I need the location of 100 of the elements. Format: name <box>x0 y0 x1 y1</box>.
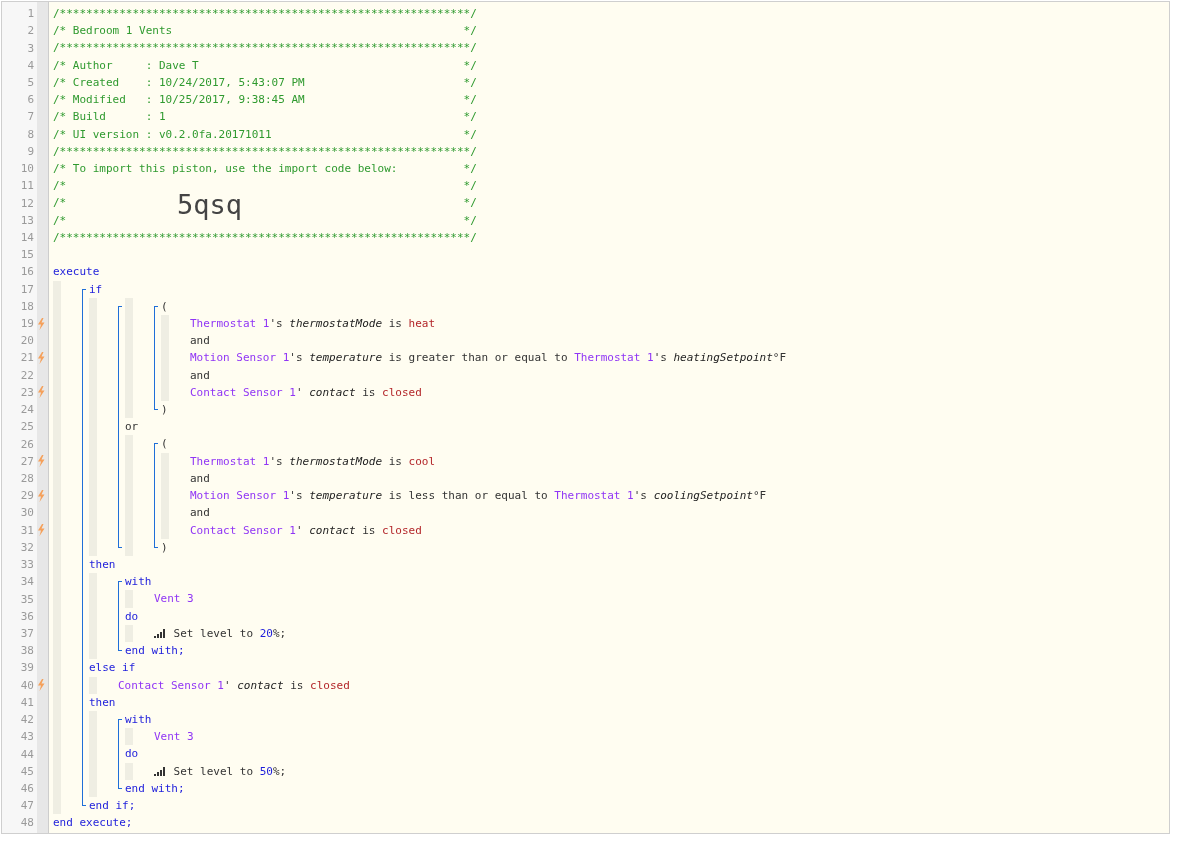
line-number: 42 <box>19 713 34 727</box>
code-text: ( <box>161 436 168 453</box>
code-text: Set level to <box>172 625 255 642</box>
comment-text: /* Build : 1 <box>53 109 166 126</box>
device-name: Thermostat 1 <box>190 315 270 332</box>
value-text: closed <box>382 384 422 401</box>
line-number: 32 <box>19 540 34 554</box>
code-text: %; <box>272 763 287 780</box>
attribute-name: heatingSetpoint <box>673 350 773 367</box>
attribute-name: coolingSetpoint <box>653 488 753 505</box>
line-number: 11 <box>19 179 34 193</box>
line-number: 39 <box>19 661 34 675</box>
line-number: 29 <box>19 489 34 503</box>
line-number: 6 <box>26 93 34 107</box>
code-text: ) <box>161 402 168 419</box>
code-text: 's <box>289 488 304 505</box>
line-number: 35 <box>19 592 34 606</box>
comment-text: /* UI version : v0.2.0fa.20171011 <box>53 126 272 143</box>
comment-text: */ <box>463 74 477 91</box>
line-number: 28 <box>19 472 34 485</box>
device-name: Contact Sensor 1 <box>118 677 224 694</box>
line-number: 44 <box>19 747 34 761</box>
code-text: 's <box>633 488 648 505</box>
code-text: and <box>190 333 210 350</box>
device-name: Contact Sensor 1 <box>190 384 296 401</box>
keyword: end execute; <box>53 815 133 832</box>
line-number: 8 <box>26 127 34 141</box>
line-number: 37 <box>19 627 34 640</box>
comment-text: */ <box>463 109 477 126</box>
comment-text: /**************************************************************/ <box>53 6 477 22</box>
line-number: 5 <box>26 76 34 89</box>
line-number: 21 <box>19 351 34 365</box>
code-text: ' <box>295 522 304 539</box>
number-text: 20 <box>259 625 273 642</box>
line-number: 15 <box>19 248 34 262</box>
code-text: °F <box>752 488 767 505</box>
attribute-name: contact <box>237 677 284 694</box>
comment-text: /* Modified : 10/25/2017, 9:38:45 AM <box>53 92 305 109</box>
comment-text: /* Bedroom 1 Vents <box>53 23 173 40</box>
line-number: 10 <box>19 162 34 176</box>
device-name: Thermostat 1 <box>554 488 634 505</box>
line-number: 23 <box>19 385 34 399</box>
line-number: 14 <box>19 230 34 244</box>
line-number: 46 <box>19 781 34 795</box>
line-number: 13 <box>19 213 34 227</box>
code-text: ) <box>161 539 168 556</box>
line-number: 36 <box>19 609 34 623</box>
attribute-name: thermostatMode <box>289 453 383 470</box>
comment-text: */ <box>463 57 477 74</box>
line-number: 27 <box>19 454 34 468</box>
line-number: 25 <box>19 420 34 434</box>
import-code: 5qsq <box>177 188 243 220</box>
code-text: and <box>190 367 210 384</box>
code-text: is <box>387 453 403 470</box>
code-text: 's <box>269 315 284 332</box>
line-number: 45 <box>19 764 34 778</box>
line-number: 19 <box>19 317 34 331</box>
device-name: Vent 3 <box>154 729 194 746</box>
keyword: with <box>125 574 152 591</box>
line-number: 3 <box>26 41 34 55</box>
attribute-name: temperature <box>309 488 383 505</box>
device-name: Vent 3 <box>154 591 194 608</box>
code-text: or <box>125 419 139 436</box>
line-number: 47 <box>19 799 34 813</box>
keyword: with <box>125 711 152 728</box>
line-number: 30 <box>19 506 34 520</box>
comment-text: /* <box>53 212 67 229</box>
value-text: closed <box>382 522 422 539</box>
line-number: 4 <box>26 58 34 72</box>
comment-text: /* Created : 10/24/2017, 5:43:07 PM <box>53 74 305 91</box>
code-text: ( <box>161 298 168 315</box>
line-number: 40 <box>19 678 34 692</box>
line-number: 17 <box>19 282 34 296</box>
line-number: 38 <box>19 644 34 658</box>
comment-text: /* <box>53 195 67 212</box>
keyword: execute <box>53 264 100 281</box>
device-name: Motion Sensor 1 <box>190 488 290 505</box>
signal-bars-icon <box>154 766 167 776</box>
comment-text: */ <box>463 178 477 195</box>
comment-text: */ <box>463 160 477 177</box>
block-bracket <box>118 718 122 790</box>
code-text: Set level to <box>172 763 255 780</box>
keyword: end with; <box>125 643 185 660</box>
code-text: ' <box>223 677 232 694</box>
keyword: do <box>125 608 139 625</box>
code-text: 's <box>653 350 668 367</box>
comment-text: */ <box>463 126 477 143</box>
keyword: end with; <box>125 780 185 797</box>
line-number: 20 <box>19 334 34 348</box>
keyword: else if <box>89 660 136 677</box>
number-text: 50 <box>259 763 273 780</box>
comment-text: /**************************************************************/ <box>53 229 477 246</box>
line-number: 18 <box>19 299 34 313</box>
code-text: 's <box>289 350 304 367</box>
code-text: is <box>361 384 377 401</box>
comment-text: */ <box>463 212 477 229</box>
comment-text: /* Author : Dave T <box>53 57 199 74</box>
keyword: end if; <box>89 798 136 815</box>
line-number: 22 <box>19 368 34 382</box>
device-name: Thermostat 1 <box>190 453 270 470</box>
